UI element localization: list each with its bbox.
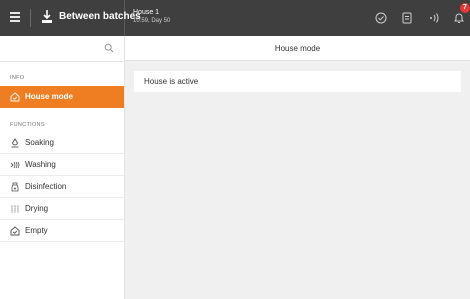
status-text: House is active	[144, 77, 199, 86]
top-bar: Between batches House 1 10:59, Day 50 7	[0, 0, 470, 36]
search-icon[interactable]	[104, 43, 114, 53]
checkmark-circle-icon[interactable]	[374, 11, 388, 25]
sidebar-item-disinfection[interactable]: Disinfection	[0, 176, 124, 198]
document-icon[interactable]	[400, 11, 414, 25]
sidebar-item-label: House mode	[25, 92, 74, 101]
status-card: House is active	[134, 71, 461, 92]
empty-icon	[10, 226, 20, 236]
main-header: House mode	[125, 36, 470, 61]
house-time: 10:59, Day 50	[133, 18, 171, 24]
washing-icon	[10, 161, 20, 169]
house-info[interactable]: House 1 10:59, Day 50	[133, 8, 170, 26]
house-name: House 1	[133, 9, 160, 16]
page-title: House mode	[274, 44, 321, 53]
divider	[30, 9, 31, 27]
signal-icon[interactable]	[427, 11, 441, 25]
sidebar-item-drying[interactable]: Drying	[0, 198, 124, 220]
sidebar-item-label: Soaking	[25, 138, 54, 147]
sidebar-item-label: Drying	[25, 204, 49, 213]
sidebar-item-label: Empty	[25, 226, 48, 235]
sidebar-item-house-mode[interactable]: House mode	[0, 86, 124, 108]
drying-icon	[11, 205, 19, 213]
sidebar-item-label: Washing	[25, 160, 56, 169]
search-bar[interactable]	[0, 36, 125, 62]
bell-icon[interactable]	[452, 11, 466, 25]
house-check-icon	[10, 92, 20, 102]
disinfection-icon	[11, 182, 19, 192]
notification-badge: 7	[460, 3, 470, 13]
sidebar-item-washing[interactable]: Washing	[0, 154, 124, 176]
sidebar: INFO House mode FUNCTIONS Soaking Washin…	[0, 36, 125, 299]
mode-label: Between batches	[59, 11, 141, 22]
info-section-label: INFO	[10, 75, 25, 81]
sidebar-item-label: Disinfection	[25, 182, 67, 191]
main-content: House mode House is active	[125, 36, 470, 299]
sidebar-item-empty[interactable]: Empty	[0, 220, 124, 242]
hamburger-icon[interactable]	[10, 12, 20, 22]
functions-section-label: FUNCTIONS	[10, 122, 45, 128]
soaking-icon	[11, 138, 19, 148]
water-drop-icon	[42, 10, 52, 23]
sidebar-item-soaking[interactable]: Soaking	[0, 132, 124, 154]
mode-selector[interactable]: Between batches	[0, 0, 141, 36]
